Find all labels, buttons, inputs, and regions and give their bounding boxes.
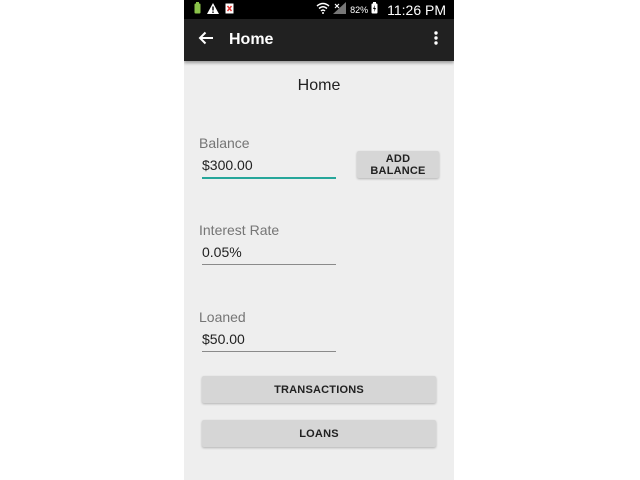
battery-charging-icon — [371, 1, 378, 19]
balance-input[interactable] — [202, 153, 336, 179]
phone-screen: 82% 11:26 PM Home Home Balance $300.00 A… — [184, 0, 454, 480]
page-title: Home — [297, 77, 341, 94]
wifi-icon — [316, 1, 330, 19]
interest-rate-input[interactable] — [202, 240, 336, 265]
loans-button[interactable]: LOANS — [202, 420, 436, 447]
back-arrow-icon — [198, 30, 214, 51]
status-bar: 82% 11:26 PM — [184, 0, 454, 19]
clock: 11:26 PM — [387, 1, 446, 18]
status-notifications — [194, 1, 234, 19]
transactions-button[interactable]: TRANSACTIONS — [202, 376, 436, 403]
signal-icon — [333, 1, 347, 19]
battery-icon — [194, 1, 201, 19]
overflow-menu-icon — [434, 30, 438, 50]
loaned-input[interactable] — [202, 327, 336, 352]
loaned-label: Loaned — [199, 309, 246, 325]
battery-percent: 82% — [350, 4, 369, 15]
warning-icon — [207, 1, 219, 19]
overflow-menu-button[interactable] — [428, 28, 444, 52]
back-button[interactable] — [194, 28, 218, 52]
status-system: 82% 11:26 PM — [316, 0, 446, 19]
interest-rate-label: Interest Rate — [199, 222, 280, 238]
app-bar-title: Home — [229, 31, 274, 48]
add-balance-button[interactable]: ADD BALANCE — [357, 151, 439, 178]
balance-label: Balance — [199, 135, 250, 151]
app-bar: Home — [184, 19, 454, 61]
notification-icon — [225, 1, 234, 19]
